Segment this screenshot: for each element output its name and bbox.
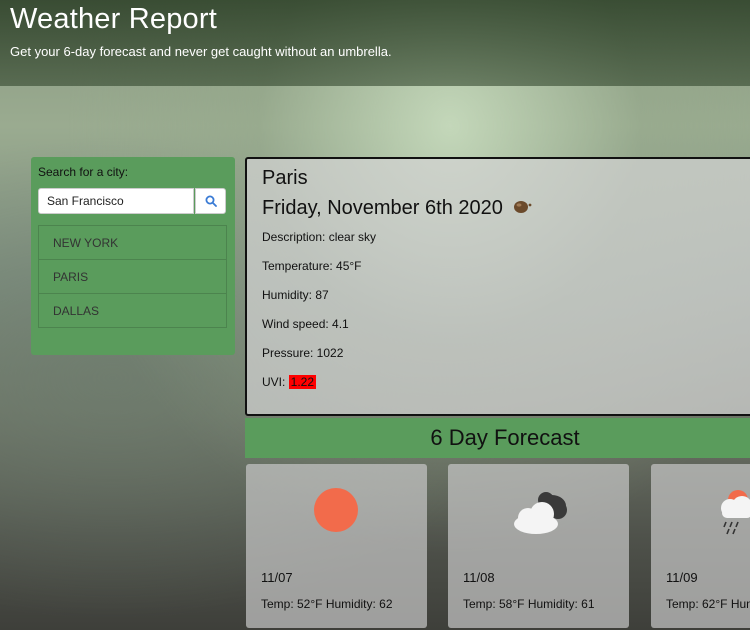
current-temperature: Temperature: 45°F bbox=[262, 259, 362, 273]
uvi-label: UVI: bbox=[262, 375, 289, 389]
forecast-stats: Temp: 62°F Humidity: 59 bbox=[666, 597, 750, 611]
forecast-card: 11/07 Temp: 52°F Humidity: 62 bbox=[246, 464, 427, 628]
current-uvi: UVI: 1.22 bbox=[262, 375, 317, 389]
forecast-date: 11/09 bbox=[666, 570, 698, 585]
current-wind-speed: Wind speed: 4.1 bbox=[262, 317, 349, 331]
rain-icon bbox=[716, 484, 750, 540]
current-description: Description: clear sky bbox=[262, 230, 377, 244]
forecast-header: 6 Day Forecast bbox=[245, 418, 750, 458]
forecast-stats: Temp: 58°F Humidity: 61 bbox=[463, 597, 595, 611]
current-humidity: Humidity: 87 bbox=[262, 288, 329, 302]
forecast-stats: Temp: 52°F Humidity: 62 bbox=[261, 597, 393, 611]
city-item-new-york[interactable]: NEW YORK bbox=[38, 225, 227, 260]
forecast-card: 11/09 Temp: 62°F Humidity: 59 bbox=[651, 464, 750, 628]
current-city-name: Paris bbox=[262, 167, 308, 189]
city-search-input[interactable] bbox=[38, 188, 194, 214]
current-date: Friday, November 6th 2020 bbox=[262, 197, 503, 219]
search-icon bbox=[205, 195, 217, 207]
search-history-list: NEW YORK PARIS DALLAS bbox=[38, 225, 227, 328]
cloudy-icon bbox=[508, 484, 568, 540]
uvi-badge: 1.22 bbox=[288, 375, 317, 389]
current-weather-card: Paris Friday, November 6th 2020 Descript… bbox=[245, 157, 750, 416]
city-search-panel: Search for a city: NEW YORK PARIS DALLAS bbox=[31, 157, 235, 355]
forecast-card: 11/08 Temp: 58°F Humidity: 61 bbox=[448, 464, 629, 628]
sun-icon bbox=[306, 484, 366, 540]
broken-weather-icon bbox=[513, 197, 533, 220]
forecast-title: 6 Day Forecast bbox=[430, 425, 580, 450]
search-button[interactable] bbox=[195, 188, 226, 214]
page-title: Weather Report bbox=[10, 3, 217, 35]
forecast-date: 11/07 bbox=[261, 570, 293, 585]
city-item-dallas[interactable]: DALLAS bbox=[38, 293, 227, 328]
current-pressure: Pressure: 1022 bbox=[262, 346, 344, 360]
header: Weather Report Get your 6-day forecast a… bbox=[0, 0, 750, 86]
current-date-line: Friday, November 6th 2020 bbox=[262, 197, 533, 220]
forecast-date: 11/08 bbox=[463, 570, 495, 585]
city-item-paris[interactable]: PARIS bbox=[38, 259, 227, 294]
page-subtitle: Get your 6-day forecast and never get ca… bbox=[10, 44, 392, 59]
search-label: Search for a city: bbox=[38, 165, 129, 179]
